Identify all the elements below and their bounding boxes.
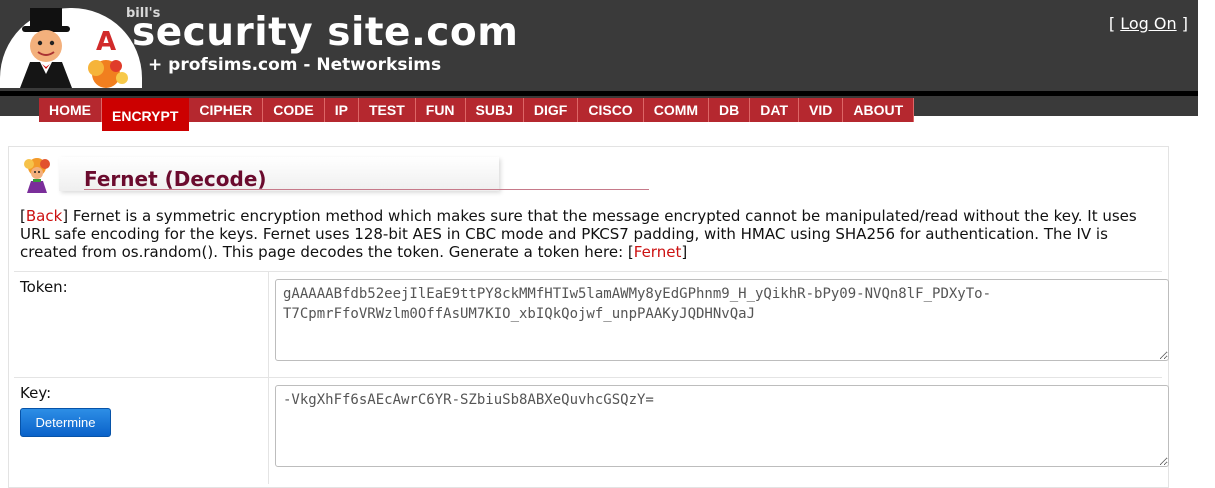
intro-description: ] Fernet is a symmetric encryption metho…	[20, 207, 1137, 261]
main-nav: HOME ENCRYPT CIPHER CODE IP TEST FUN SUB…	[39, 98, 915, 131]
nav-cisco[interactable]: CISCO	[578, 98, 644, 122]
fernet-link[interactable]: Fernet	[634, 243, 682, 261]
nav-dat[interactable]: DAT	[750, 98, 799, 122]
nav-encrypt[interactable]: ENCRYPT	[102, 98, 190, 131]
key-input[interactable]: -VkgXhFf6sAEcAwrC6YR-SZbiuSb8ABXeQuvhcGS…	[275, 385, 1169, 467]
heading-underline	[84, 189, 649, 190]
nav-comm[interactable]: COMM	[643, 98, 710, 122]
token-input[interactable]: gAAAAABfdb52eejIlEaE9ttPY8ckMMfHTIw5lamA…	[275, 279, 1169, 361]
key-field-cell: -VkgXhFf6sAEcAwrC6YR-SZbiuSb8ABXeQuvhcGS…	[269, 378, 1169, 484]
page-title: Fernet (Decode)	[84, 167, 267, 191]
back-link[interactable]: Back	[26, 207, 62, 225]
content-panel: Fernet (Decode) [Back] Fernet is a symme…	[8, 146, 1169, 488]
token-row: Token: gAAAAABfdb52eejIlEaE9ttPY8ckMMfHT…	[14, 271, 1169, 378]
logo-mascot-icon: A	[20, 8, 128, 88]
nav-digf[interactable]: DIGF	[523, 98, 579, 122]
nav-ip[interactable]: IP	[324, 98, 359, 122]
nav-code[interactable]: CODE	[263, 98, 325, 122]
intro-text: [Back] Fernet is a symmetric encryption …	[20, 207, 1155, 261]
login-bracket-close: ]	[1181, 14, 1188, 33]
site-title[interactable]: security site.com	[132, 10, 518, 55]
token-field-cell: gAAAAABfdb52eejIlEaE9ttPY8ckMMfHTIw5lamA…	[269, 272, 1169, 378]
login-bracket-open: [	[1108, 14, 1116, 33]
login-link[interactable]: Log On	[1120, 14, 1176, 33]
intro-bracket-close: ]	[681, 243, 688, 261]
key-label: Key:	[20, 384, 52, 402]
determine-button[interactable]: Determine	[20, 408, 111, 437]
section-heading: Fernet (Decode)	[19, 155, 649, 193]
nav-test[interactable]: TEST	[358, 98, 416, 122]
login-area: [ Log On ]	[1109, 14, 1188, 33]
nav-cipher[interactable]: CIPHER	[189, 98, 264, 122]
site-subtitle: + profsims.com - Networksims	[148, 55, 442, 75]
nav-home[interactable]: HOME	[39, 98, 102, 122]
nav-vid[interactable]: VID	[799, 98, 844, 122]
nav-db[interactable]: DB	[709, 98, 751, 122]
logo[interactable]: A	[0, 4, 142, 88]
token-label: Token:	[14, 272, 269, 378]
nav-about[interactable]: ABOUT	[843, 98, 915, 122]
svg-text:A: A	[96, 27, 116, 57]
nav-subj[interactable]: SUBJ	[465, 98, 524, 122]
nav-fun[interactable]: FUN	[415, 98, 466, 122]
key-row: Key: Determine -VkgXhFf6sAEcAwrC6YR-SZbi…	[14, 377, 1169, 484]
key-label-cell: Key: Determine	[14, 378, 269, 484]
security-mascot-icon	[24, 158, 50, 193]
